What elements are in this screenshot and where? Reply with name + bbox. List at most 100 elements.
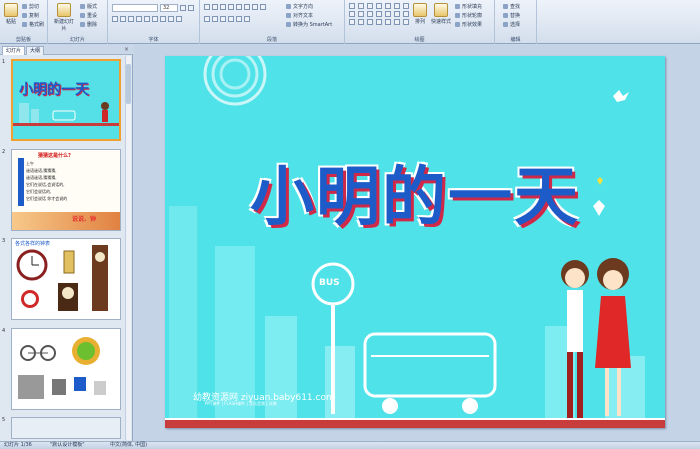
- align-text-button[interactable]: 对齐文本: [286, 12, 313, 19]
- slide-thumbnail-2[interactable]: 猜猜这是什么? 上午 谜语谜语,猜猜猜, 谜语谜语,猜猜猜, 它们在说话,会说话…: [11, 149, 121, 231]
- tab-outline[interactable]: 大纲: [26, 46, 45, 55]
- shape-icon[interactable]: [394, 19, 400, 25]
- underline-icon[interactable]: [128, 16, 134, 22]
- slide-thumbnail-5[interactable]: [11, 417, 121, 439]
- layout-button[interactable]: 版式: [80, 3, 97, 10]
- shape-icon[interactable]: [358, 19, 364, 25]
- bus-stop-sign-label: BUS: [319, 278, 340, 288]
- shape-icon[interactable]: [367, 19, 373, 25]
- shape-icon[interactable]: [403, 19, 409, 25]
- copy-button[interactable]: 复制: [22, 12, 39, 19]
- thumb-number: 5: [2, 417, 6, 423]
- columns-icon[interactable]: [244, 4, 250, 10]
- shape-icon[interactable]: [394, 11, 400, 17]
- reset-button[interactable]: 重设: [80, 12, 97, 19]
- arrange-button[interactable]: 排列: [411, 3, 429, 25]
- thumb-decoration: [18, 158, 24, 206]
- current-slide[interactable]: BUS 小明的一天 幼教资源网 ziyuan.baby611.com PPT课件…: [165, 56, 665, 428]
- editing-group-label: 编辑: [510, 37, 521, 43]
- thumb-number: 3: [2, 238, 6, 244]
- shape-icon[interactable]: [376, 11, 382, 17]
- strike-icon[interactable]: [136, 16, 142, 22]
- text-direction-button[interactable]: 文字方向: [286, 3, 313, 10]
- shape-icon[interactable]: [349, 3, 355, 9]
- shapes-gallery[interactable]: [349, 3, 410, 25]
- grow-font-icon[interactable]: [180, 5, 186, 11]
- font-format-tools: [112, 16, 182, 22]
- shape-icon[interactable]: [403, 3, 409, 9]
- slide-background-art: [165, 56, 665, 428]
- panel-scrollbar[interactable]: [125, 56, 131, 440]
- font-size-combo[interactable]: 32: [160, 4, 178, 12]
- scrollbar-thumb[interactable]: [126, 64, 131, 104]
- paste-button[interactable]: 粘贴: [2, 3, 20, 25]
- bold-icon[interactable]: [112, 16, 118, 22]
- case-icon[interactable]: [160, 16, 166, 22]
- thumb-decoration: [12, 212, 120, 230]
- shape-icon[interactable]: [403, 11, 409, 17]
- smartart-button[interactable]: 转换为 SmartArt: [286, 21, 332, 28]
- shape-outline-button[interactable]: 形状轮廓: [455, 12, 482, 19]
- paste-icon: [4, 3, 18, 17]
- copy-icon: [22, 13, 27, 18]
- font-color-icon[interactable]: [176, 16, 182, 22]
- shape-icon[interactable]: [385, 19, 391, 25]
- language[interactable]: 中文(简体, 中国): [110, 442, 147, 449]
- align-text-icon: [286, 13, 291, 18]
- shape-icon[interactable]: [358, 11, 364, 17]
- bullets-icon[interactable]: [204, 4, 210, 10]
- slide-title[interactable]: 小明的一天: [245, 146, 585, 238]
- find-button[interactable]: 查找: [503, 3, 520, 10]
- shape-icon[interactable]: [394, 3, 400, 9]
- format-painter-icon: [22, 22, 27, 27]
- shape-fill-button[interactable]: 形状填充: [455, 3, 482, 10]
- clear-format-icon[interactable]: [168, 16, 174, 22]
- font-name-combo[interactable]: [112, 4, 158, 12]
- italic-icon[interactable]: [120, 16, 126, 22]
- new-slide-button[interactable]: 新建幻灯片: [52, 3, 76, 32]
- shape-icon[interactable]: [349, 11, 355, 17]
- shape-icon[interactable]: [376, 3, 382, 9]
- slide-thumbnail-4[interactable]: [11, 328, 121, 410]
- shape-icon[interactable]: [367, 11, 373, 17]
- shape-outline-icon: [455, 13, 460, 18]
- format-painter-button[interactable]: 格式刷: [22, 21, 44, 28]
- text-direction-icon: [286, 4, 291, 9]
- select-button[interactable]: 选择: [503, 21, 520, 28]
- shape-icon[interactable]: [385, 3, 391, 9]
- shape-icon[interactable]: [385, 11, 391, 17]
- slide-thumbnail-1[interactable]: 小明的一天: [11, 59, 121, 141]
- cut-button[interactable]: 剪切: [22, 3, 39, 10]
- tab-slides[interactable]: 幻灯片: [2, 46, 26, 55]
- numbering-icon[interactable]: [212, 4, 218, 10]
- shape-icon[interactable]: [367, 3, 373, 9]
- shape-icon[interactable]: [376, 19, 382, 25]
- spacing-icon[interactable]: [152, 16, 158, 22]
- align-center-icon[interactable]: [212, 16, 218, 22]
- delete-slide-button[interactable]: 删除: [80, 21, 97, 28]
- replace-button[interactable]: 替换: [503, 12, 520, 19]
- quick-styles-button[interactable]: 快速样式: [431, 3, 451, 25]
- cut-icon: [22, 4, 27, 9]
- slides-group: 新建幻灯片 版式 重设 删除 幻灯片: [48, 0, 108, 44]
- shrink-font-icon[interactable]: [188, 5, 194, 11]
- close-panel-icon[interactable]: ×: [124, 46, 129, 53]
- distribute-icon[interactable]: [236, 16, 242, 22]
- shadow-icon[interactable]: [144, 16, 150, 22]
- shape-icon[interactable]: [358, 3, 364, 9]
- slide-thumbnail-3[interactable]: 各式各样的钟表: [11, 238, 121, 320]
- line-spacing-icon[interactable]: [236, 4, 242, 10]
- editing-group: 查找 替换 选择 编辑: [495, 0, 537, 44]
- arrange-icon: [413, 3, 427, 17]
- increase-indent-icon[interactable]: [228, 4, 234, 10]
- align-left-icon[interactable]: [204, 16, 210, 22]
- align-right-icon[interactable]: [220, 16, 226, 22]
- watermark-subtitle: PPT课件 | FLASH课件 | 音乐音频 | 试卷: [205, 401, 277, 406]
- slides-group-label: 幻灯片: [69, 37, 85, 43]
- shape-effects-button[interactable]: 形状效果: [455, 21, 482, 28]
- decrease-indent-icon[interactable]: [220, 4, 226, 10]
- drawing-group-label: 绘图: [414, 37, 425, 43]
- shape-fill-icon: [455, 4, 460, 9]
- justify-icon[interactable]: [228, 16, 234, 22]
- shape-icon[interactable]: [349, 19, 355, 25]
